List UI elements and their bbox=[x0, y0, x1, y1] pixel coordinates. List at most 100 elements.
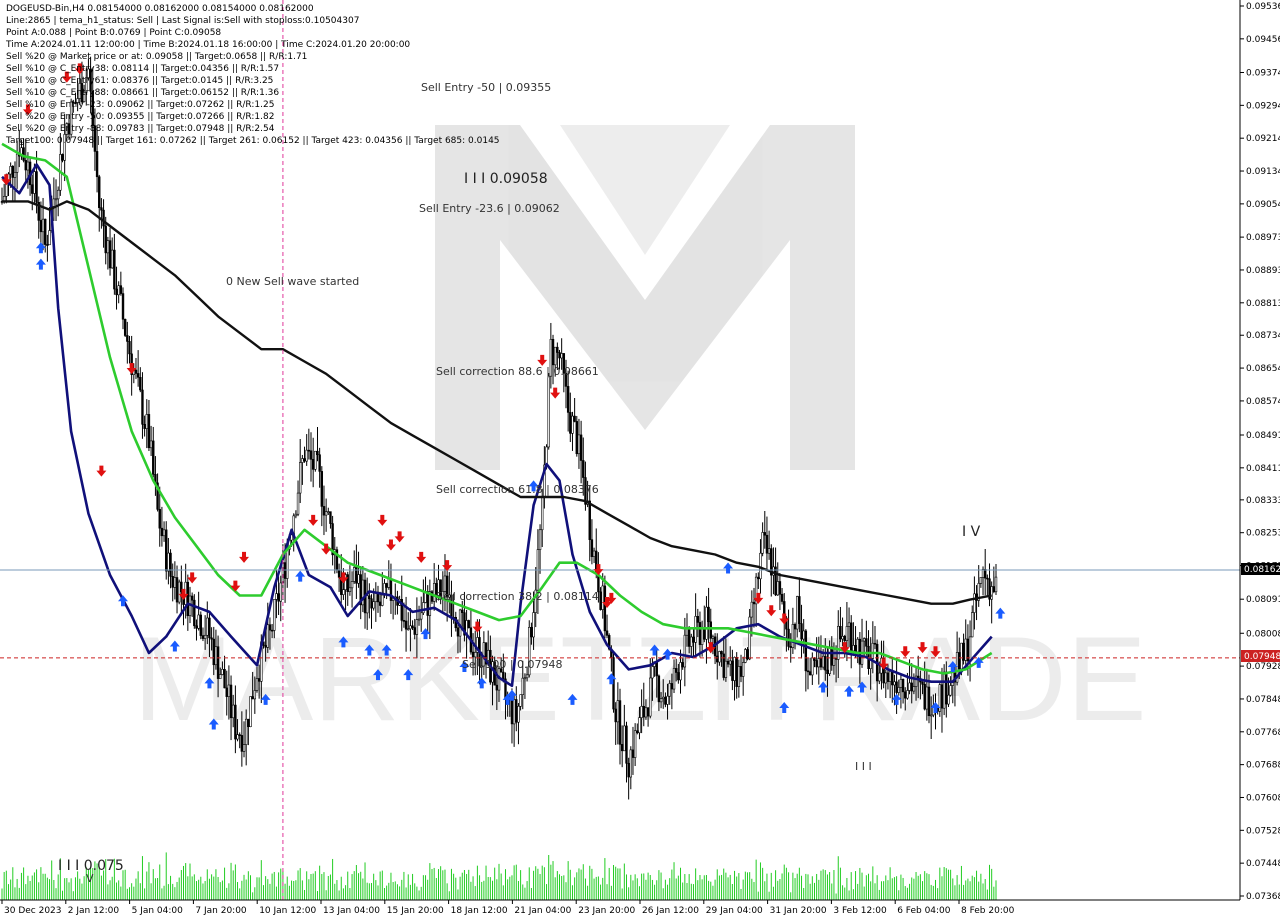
candle-body bbox=[884, 672, 887, 684]
candle-body bbox=[711, 636, 715, 639]
candle-body bbox=[404, 620, 408, 630]
candle-body bbox=[206, 617, 209, 636]
candle-body bbox=[832, 658, 836, 666]
candle-body bbox=[724, 660, 728, 678]
annotation-wave-v: V bbox=[86, 872, 94, 885]
candle-body bbox=[618, 700, 622, 745]
x-tick-label: 18 Jan 12:00 bbox=[451, 906, 508, 916]
candle-body bbox=[553, 346, 557, 366]
y-tick-label: 0.09536 bbox=[1246, 2, 1280, 12]
candle-body bbox=[921, 681, 924, 685]
candle-body bbox=[690, 636, 693, 647]
price-chart[interactable]: MARKETZITRADE Sell Entry -50 | 0.09355 I… bbox=[0, 0, 1280, 920]
candle-body bbox=[314, 450, 317, 470]
candle-body bbox=[108, 240, 112, 269]
candle-body bbox=[662, 696, 665, 700]
candle-body bbox=[318, 454, 321, 472]
candle-body bbox=[631, 749, 635, 758]
x-tick-label: 21 Jan 04:00 bbox=[514, 906, 571, 916]
x-tick-label: 7 Jan 20:00 bbox=[195, 906, 247, 916]
candle-body bbox=[886, 672, 890, 682]
x-tick-label: 2 Jan 12:00 bbox=[68, 906, 120, 916]
candle-body bbox=[718, 651, 721, 663]
x-tick-label: 6 Feb 04:00 bbox=[897, 906, 951, 916]
candle-body bbox=[538, 529, 542, 550]
candle-body bbox=[270, 629, 274, 632]
candle-body bbox=[588, 500, 591, 540]
candle-body bbox=[46, 244, 49, 246]
candle-body bbox=[983, 569, 987, 579]
candle-body bbox=[765, 534, 769, 554]
candle-body bbox=[700, 626, 704, 645]
y-tick-label: 0.09294 bbox=[1246, 101, 1280, 111]
candle-body bbox=[234, 704, 237, 740]
candle-body bbox=[346, 574, 349, 592]
candle-body bbox=[279, 582, 282, 602]
candle-body bbox=[368, 595, 371, 600]
candle-body bbox=[601, 585, 604, 610]
candle-body bbox=[214, 646, 218, 666]
candle-body bbox=[515, 699, 518, 723]
candle-body bbox=[891, 671, 894, 686]
candle-body bbox=[739, 666, 743, 677]
candle-body bbox=[834, 658, 838, 660]
candle-body bbox=[929, 714, 933, 717]
candle-body bbox=[242, 744, 246, 752]
candle-body bbox=[582, 460, 585, 478]
candle-body bbox=[227, 684, 231, 697]
candle-body bbox=[638, 717, 641, 734]
candle-body bbox=[705, 606, 708, 640]
candle-body bbox=[811, 657, 814, 676]
y-tick-label: 0.08411 bbox=[1246, 464, 1280, 474]
y-tick-label: 0.09054 bbox=[1246, 200, 1280, 210]
info-line: Sell %20 @ Market price or at: 0.09058 |… bbox=[6, 52, 307, 62]
annotation-sell-entry-236: Sell Entry -23.6 | 0.09062 bbox=[419, 202, 560, 215]
candle-body bbox=[316, 450, 319, 456]
candle-body bbox=[774, 566, 777, 596]
candle-body bbox=[748, 616, 751, 660]
candle-body bbox=[640, 705, 643, 718]
candle-body bbox=[569, 412, 572, 434]
candle-body bbox=[605, 630, 609, 636]
candle-body bbox=[614, 708, 617, 723]
candle-body bbox=[590, 539, 594, 557]
candle-body bbox=[901, 679, 905, 693]
candle-body bbox=[789, 646, 792, 648]
candle-body bbox=[558, 352, 561, 359]
candle-body bbox=[737, 666, 741, 687]
candle-body bbox=[806, 670, 810, 673]
current-price-tag: 0.08162 bbox=[1241, 563, 1280, 575]
candle-body bbox=[798, 596, 801, 624]
candle-body bbox=[467, 620, 470, 629]
candle-body bbox=[912, 686, 916, 692]
candle-body bbox=[143, 423, 146, 429]
candle-body bbox=[971, 612, 974, 638]
x-tick-label: 31 Jan 20:00 bbox=[770, 906, 827, 916]
candle-body bbox=[547, 375, 550, 448]
candle-body bbox=[545, 446, 548, 466]
candle-body bbox=[571, 415, 574, 434]
candle-body bbox=[646, 707, 650, 717]
candle-body bbox=[759, 552, 762, 580]
candle-body bbox=[629, 749, 633, 778]
info-line: Sell %10 @ C_Entry88: 0.08661 || Target:… bbox=[6, 88, 279, 98]
candle-body bbox=[910, 682, 913, 692]
candle-body bbox=[761, 532, 764, 554]
candle-body bbox=[776, 581, 779, 596]
candle-body bbox=[973, 593, 976, 613]
candle-body bbox=[841, 636, 844, 640]
chart-area[interactable]: MARKETZITRADE Sell Entry -50 | 0.09355 I… bbox=[0, 0, 1280, 920]
info-line: Target100: 0.07948 || Target 161: 0.0726… bbox=[5, 136, 500, 146]
candle-body bbox=[195, 625, 198, 629]
candle-body bbox=[986, 577, 989, 580]
candle-body bbox=[149, 440, 153, 449]
candle-body bbox=[566, 386, 570, 413]
candle-body bbox=[147, 414, 151, 449]
y-tick-label: 0.08813 bbox=[1246, 299, 1280, 309]
candle-body bbox=[865, 638, 868, 647]
candle-body bbox=[744, 649, 747, 663]
candle-body bbox=[251, 696, 254, 700]
candle-body bbox=[802, 630, 805, 640]
candle-body bbox=[24, 160, 27, 171]
candle-body bbox=[895, 681, 898, 693]
